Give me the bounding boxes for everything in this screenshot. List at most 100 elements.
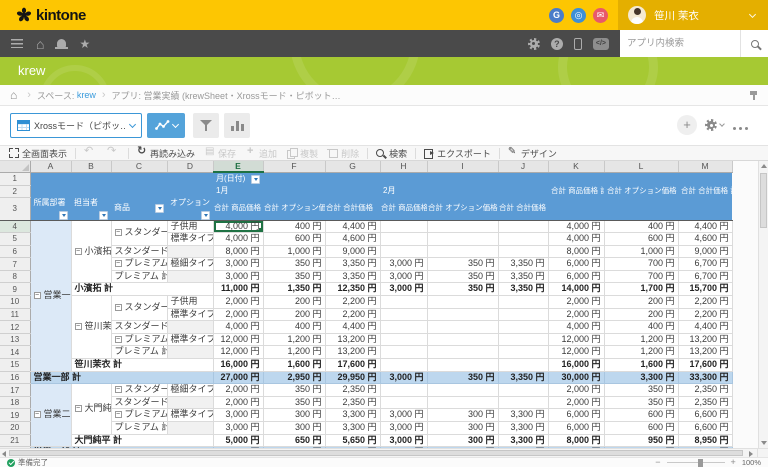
cell[interactable]: 5,650 円 — [325, 434, 381, 448]
cell[interactable] — [498, 320, 549, 334]
cell[interactable]: 600 円 — [604, 232, 679, 246]
cell[interactable]: 700 円 — [604, 257, 679, 271]
cell[interactable]: 笹川茉衣 計 — [71, 358, 214, 372]
cell[interactable] — [427, 383, 499, 397]
row-header[interactable]: 13 — [0, 333, 31, 347]
column-header-g[interactable]: G — [325, 161, 381, 173]
row-header[interactable]: 21 — [0, 434, 31, 448]
cell[interactable] — [167, 421, 214, 435]
header-cell[interactable]: 合計 商品価格 計 — [548, 185, 604, 197]
row-header[interactable]: 16 — [0, 371, 31, 385]
collapse-icon[interactable]: − — [114, 304, 122, 312]
cell[interactable]: 3,000 円 — [380, 257, 428, 271]
cell[interactable]: 3,000 円 — [213, 408, 264, 422]
cell[interactable]: 3,300 円 — [498, 408, 549, 422]
cell[interactable]: 2,000 円 — [548, 396, 605, 410]
cell[interactable]: 2,350 円 — [325, 383, 381, 397]
cell[interactable]: 12,000 円 — [213, 345, 264, 360]
cell[interactable] — [498, 245, 549, 259]
collapse-icon[interactable]: − — [114, 260, 122, 268]
cell[interactable]: 標準タイプ — [167, 232, 214, 246]
cell[interactable]: 3,300 円 — [498, 421, 549, 435]
row-header[interactable]: 4 — [0, 220, 31, 234]
cell[interactable]: 1,200 円 — [263, 333, 326, 347]
graph-button[interactable] — [224, 113, 250, 138]
row-header[interactable]: 7 — [0, 257, 31, 271]
cell[interactable]: 3,000 円 — [213, 270, 264, 284]
collapse-icon[interactable]: − — [114, 411, 122, 419]
cell[interactable]: 6,600 円 — [678, 421, 733, 435]
cell[interactable]: −スタンダード — [111, 383, 168, 397]
zoom-in-button[interactable]: + — [731, 458, 736, 467]
horizontal-scrollbar-thumb[interactable] — [9, 450, 743, 456]
cell[interactable]: スタンダード 計 — [111, 396, 168, 410]
cell[interactable]: 4,400 円 — [325, 320, 381, 334]
breadcrumb-app-name[interactable]: アプリ: 営業実績 (krewSheet・Xrossモード・ピボット… — [112, 89, 341, 102]
notification-bell-icon[interactable] — [55, 38, 69, 49]
user-menu[interactable]: 笹川 茉衣 — [618, 0, 768, 30]
cell[interactable]: 15,700 円 — [678, 282, 733, 297]
cell[interactable] — [380, 220, 428, 234]
cell[interactable]: 6,000 円 — [548, 421, 605, 435]
cell[interactable]: 16,000 円 — [213, 358, 264, 372]
header-cell[interactable] — [30, 172, 213, 185]
cell[interactable]: 350 円 — [427, 270, 499, 284]
cell[interactable]: 12,000 円 — [548, 345, 605, 360]
cell[interactable]: 3,000 円 — [380, 408, 428, 422]
header-cell[interactable]: 担当者 — [71, 197, 111, 221]
header-cell[interactable] — [548, 172, 732, 185]
cell[interactable]: 17,600 円 — [325, 358, 381, 372]
more-options-button[interactable] — [739, 127, 742, 130]
header-cell[interactable]: 合計 合計価格 — [325, 197, 380, 221]
cell[interactable] — [427, 308, 499, 322]
cell[interactable]: 6,700 円 — [678, 270, 733, 284]
add-record-button[interactable]: + — [677, 115, 697, 135]
header-cell[interactable]: 合計 オプション価格 — [427, 197, 498, 221]
cell[interactable]: 2,200 円 — [325, 308, 381, 322]
cell[interactable] — [380, 383, 428, 397]
cell[interactable]: 2,000 円 — [213, 295, 264, 309]
cell[interactable]: 200 円 — [604, 295, 679, 309]
cell[interactable] — [427, 232, 499, 246]
cell[interactable]: 9,000 円 — [678, 245, 733, 259]
collapse-icon[interactable]: − — [33, 411, 41, 419]
row-header[interactable]: 15 — [0, 358, 31, 372]
cell[interactable]: 1,350 円 — [263, 282, 326, 297]
cell[interactable]: 3,350 円 — [498, 270, 549, 284]
cell[interactable]: 13,200 円 — [325, 345, 381, 360]
cell[interactable]: 3,300 円 — [498, 434, 549, 448]
header-cell[interactable]: 月(日付) — [213, 172, 263, 185]
header-cell[interactable]: オプション — [167, 197, 213, 221]
cell[interactable]: 350 円 — [263, 257, 326, 271]
cell[interactable]: 16,000 円 — [548, 358, 605, 372]
cell[interactable]: 350 円 — [263, 270, 326, 284]
cell[interactable] — [380, 333, 428, 347]
cell[interactable]: 8,000 円 — [548, 245, 605, 259]
cell[interactable]: 4,000 円 — [213, 232, 264, 246]
cell[interactable]: − プレミアム — [111, 257, 168, 271]
cell[interactable]: 12,000 円 — [548, 333, 605, 347]
column-header-j[interactable]: J — [498, 161, 549, 173]
undo-button[interactable] — [79, 146, 102, 160]
cell[interactable]: 400 円 — [263, 220, 326, 234]
cell[interactable]: 200 円 — [263, 308, 326, 322]
cell[interactable]: 1,700 円 — [604, 282, 679, 297]
cell[interactable]: スタンダード 計 — [111, 245, 168, 259]
cell[interactable] — [498, 232, 549, 246]
reload-button[interactable]: 再読み込み — [132, 146, 200, 160]
cell[interactable] — [380, 396, 428, 410]
vertical-scrollbar-thumb[interactable] — [760, 173, 767, 228]
cell[interactable]: 4,000 円 — [548, 232, 605, 246]
filter-dropdown-icon[interactable] — [99, 210, 108, 219]
mobile-icon[interactable] — [573, 37, 582, 50]
cell[interactable]: 2,200 円 — [678, 308, 733, 322]
scroll-up-icon[interactable] — [760, 164, 767, 168]
cell[interactable]: 11,000 円 — [213, 282, 264, 297]
header-cell[interactable]: 合計 商品価格 — [380, 197, 427, 221]
hamburger-menu-icon[interactable] — [11, 39, 23, 48]
header-cell[interactable]: 商品 — [111, 197, 167, 221]
column-header-h[interactable]: H — [380, 161, 428, 173]
column-header-l[interactable]: L — [604, 161, 679, 173]
cell[interactable]: スタンダード 計 — [111, 320, 168, 334]
header-cell[interactable]: 2月 — [380, 185, 548, 197]
